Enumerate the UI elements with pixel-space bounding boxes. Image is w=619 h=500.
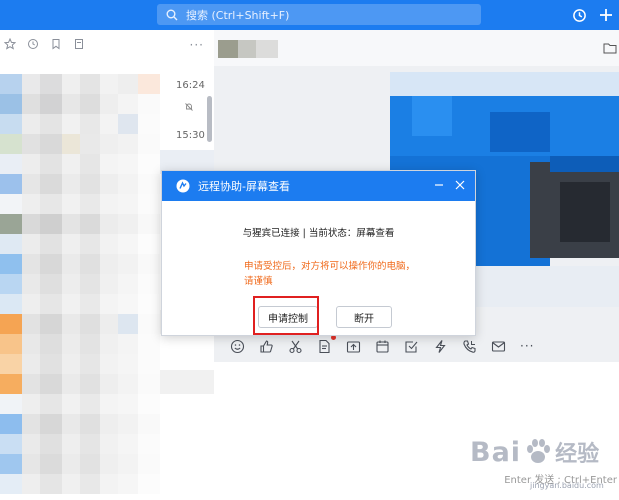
list-item[interactable] [0,454,160,474]
watermark-brand-cn: 经验 [555,442,600,467]
mail-icon[interactable] [491,339,506,354]
chat-header [214,30,619,66]
list-item[interactable] [0,434,160,454]
list-item[interactable] [0,274,160,294]
contact-name [256,40,278,58]
list-item[interactable] [0,474,160,494]
mute-bell-icon [184,102,194,112]
thumbs-up-icon[interactable] [259,339,274,354]
minimize-icon[interactable] [433,179,445,191]
bookmark-icon[interactable] [50,38,64,52]
remote-assist-logo-icon [176,179,190,193]
watermark-brand: Bai [470,436,522,468]
lightning-icon[interactable] [433,339,448,354]
left-toolbar: ··· [0,30,214,60]
disconnect-button[interactable]: 断开 [336,306,392,328]
plus-icon[interactable] [597,6,615,24]
highlight-annotation [253,296,319,335]
paw-logo-icon [523,437,553,467]
baidu-watermark: Bai 经验 [470,436,599,468]
contact-avatar[interactable] [218,40,238,58]
list-item-fragment [160,370,214,394]
more-icon[interactable]: ··· [190,38,204,52]
list-item[interactable] [0,394,160,414]
list-item[interactable] [0,74,160,94]
list-item[interactable] [0,214,160,234]
list-item[interactable] [0,354,160,374]
list-item[interactable] [0,114,160,134]
document-icon[interactable] [73,38,87,52]
more-options-icon[interactable]: ··· [520,339,535,354]
star-icon[interactable] [4,38,18,52]
list-item[interactable] [0,134,160,154]
conversation-list[interactable] [0,74,160,500]
list-item[interactable] [0,414,160,434]
list-item[interactable] [0,294,160,314]
checkbox-icon[interactable] [404,339,419,354]
list-item[interactable] [0,314,160,334]
search-placeholder: 搜索 (Ctrl+Shift+F) [186,8,290,22]
list-item[interactable] [0,94,160,114]
dialog-title-bar: 远程协助-屏幕查看 [162,171,475,201]
connection-status: 与猩宾已连接 | 当前状态：屏幕查看 [242,228,395,239]
phone-icon[interactable] [462,339,477,354]
list-item[interactable] [0,194,160,214]
search-icon [166,9,180,21]
list-item[interactable] [0,234,160,254]
list-item[interactable] [0,154,160,174]
list-item[interactable] [0,374,160,394]
list-item[interactable] [0,174,160,194]
search-input[interactable]: 搜索 (Ctrl+Shift+F) [157,4,481,25]
time-label: 16:24 [176,80,205,91]
watermark-url: jingyan.baidu.com [530,481,604,490]
scrollbar[interactable] [207,96,212,142]
control-warning: 申请受控后，对方将可以操作你的电脑，请谨慎 [244,261,416,287]
contact-name [238,40,256,58]
upload-icon[interactable] [346,339,361,354]
message-input[interactable]: Enter 发送 ; Ctrl+Enter [214,362,619,500]
emoji-icon[interactable] [230,339,245,354]
recent-icon[interactable] [27,38,41,52]
calendar-icon[interactable] [375,339,390,354]
close-icon[interactable] [454,179,466,191]
list-item[interactable] [0,254,160,274]
time-label: 15:30 [176,130,205,141]
list-item[interactable] [0,334,160,354]
top-bar: 搜索 (Ctrl+Shift+F) [0,0,619,30]
folder-icon[interactable] [603,42,617,54]
file-icon[interactable] [317,334,336,354]
scissors-icon[interactable] [288,339,303,354]
history-icon[interactable] [570,6,588,24]
dialog-title: 远程协助-屏幕查看 [198,180,290,193]
